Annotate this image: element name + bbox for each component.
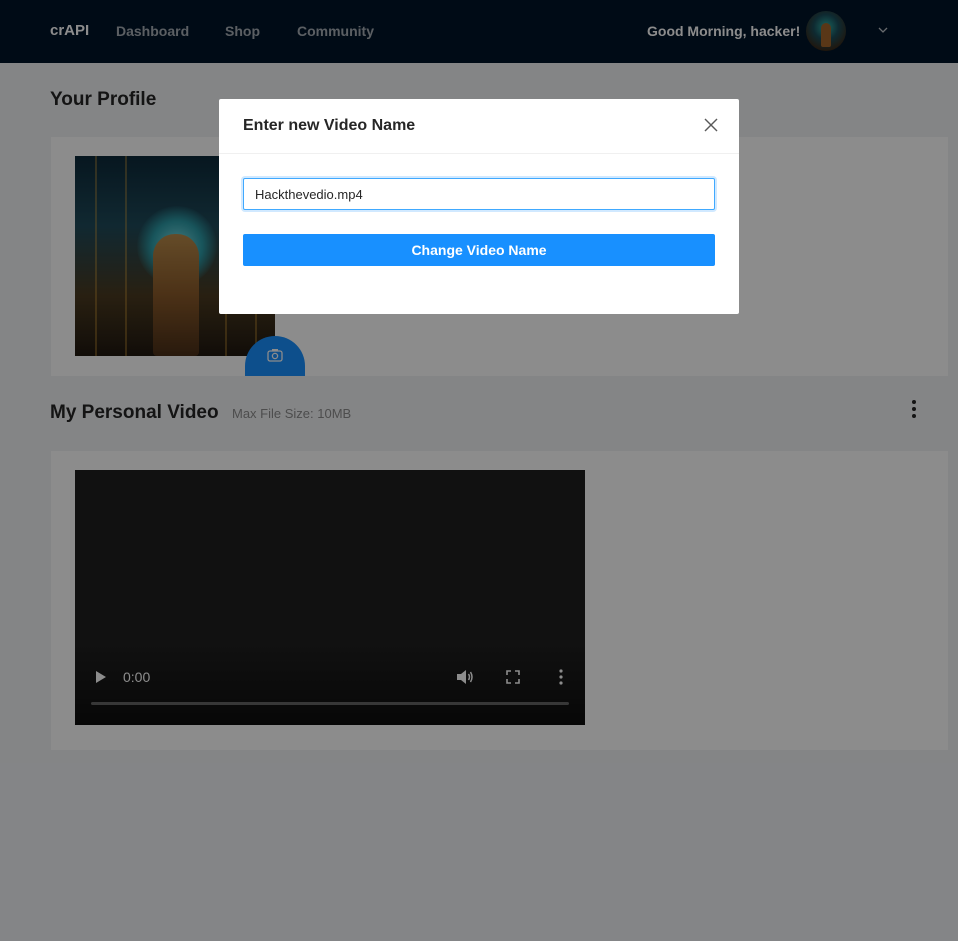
modal-title: Enter new Video Name bbox=[243, 117, 416, 134]
change-video-name-button[interactable]: Change Video Name bbox=[243, 234, 715, 266]
close-icon[interactable] bbox=[704, 118, 718, 132]
modal-header: Enter new Video Name bbox=[219, 99, 739, 154]
rename-video-modal: Enter new Video Name Change Video Name bbox=[219, 99, 739, 314]
video-name-input[interactable] bbox=[243, 178, 715, 210]
